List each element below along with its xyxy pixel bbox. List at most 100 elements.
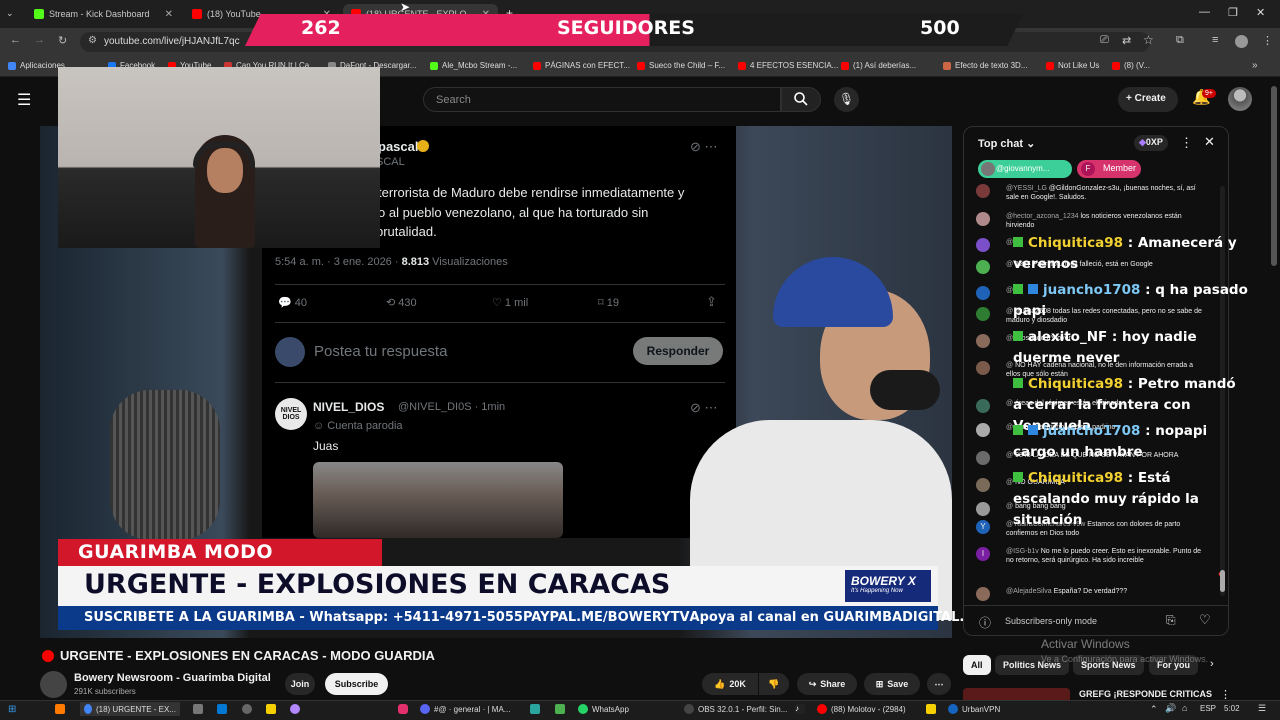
page-scrollbar[interactable] bbox=[1271, 86, 1277, 266]
chat-scrollbar-thumb[interactable] bbox=[1220, 570, 1225, 592]
taskbar-label: UrbanVPN bbox=[962, 704, 1001, 714]
points-badge[interactable]: ◆0XP bbox=[1134, 135, 1168, 151]
taskbar-discord[interactable]: #@ · general · | MA... bbox=[420, 704, 510, 714]
bookmark-item[interactable]: (8) (V... bbox=[1112, 61, 1150, 70]
bookmark-star-icon[interactable]: ☆ bbox=[1143, 33, 1154, 47]
bookmark-item[interactable]: Aplicaciones bbox=[8, 61, 65, 70]
reload-icon[interactable]: ↻ bbox=[58, 34, 67, 47]
save-button[interactable]: ⊞ Save bbox=[864, 673, 920, 695]
taskbar-whatsapp[interactable]: WhatsApp bbox=[578, 704, 629, 714]
subscribe-button[interactable]: Subscribe bbox=[325, 673, 388, 695]
bookmark-label: (1) Así deberías... bbox=[853, 61, 917, 70]
files-icon[interactable] bbox=[193, 704, 203, 714]
app-icon[interactable] bbox=[555, 704, 565, 714]
bookmark-label: 4 EFECTOS ESENCIA... bbox=[750, 61, 839, 70]
instagram-icon[interactable] bbox=[398, 704, 408, 714]
kick-icon bbox=[34, 9, 44, 19]
obs-icon[interactable] bbox=[242, 704, 252, 714]
member-avatar-f: F bbox=[1081, 162, 1095, 176]
chat-mode-label: Top chat bbox=[978, 138, 1024, 150]
chat-mode-dropdown[interactable]: Top chat ⌄ bbox=[978, 137, 1035, 150]
bookmark-item[interactable]: Sueco the Child – F... bbox=[637, 61, 725, 70]
vpn-icon bbox=[948, 704, 958, 714]
heart-icon[interactable]: ♡ bbox=[1199, 612, 1211, 628]
bookmark-item[interactable]: Not Like Us bbox=[1046, 61, 1099, 70]
bookmark-item[interactable]: Ale_Mcbo Stream -... bbox=[430, 61, 517, 70]
minimize-button[interactable]: — bbox=[1199, 6, 1210, 18]
tweet-likes: ♡ 1 mil bbox=[492, 296, 528, 309]
join-button[interactable]: Join bbox=[285, 673, 315, 695]
chat-author: @ISG-b1v bbox=[1006, 548, 1039, 555]
mail-icon[interactable] bbox=[217, 704, 227, 714]
tab-label: (18) YouTube bbox=[207, 9, 261, 19]
search-input[interactable]: Search bbox=[423, 87, 781, 112]
chevron-right-icon[interactable]: › bbox=[1210, 658, 1214, 670]
channel-avatar[interactable] bbox=[40, 671, 67, 698]
browser-menu-icon[interactable]: ⋮ bbox=[1262, 34, 1273, 47]
tab-kick-dashboard[interactable]: Stream - Kick Dashboard ✕ bbox=[26, 4, 181, 24]
voice-search-button[interactable]: 🎙 bbox=[834, 87, 859, 112]
bookmark-item[interactable]: PÁGINAS con EFECT... bbox=[533, 61, 630, 70]
notification-icon[interactable]: ☰ bbox=[1258, 703, 1266, 714]
media-icon[interactable]: ≡ bbox=[1212, 34, 1218, 46]
tweet-views-label: Visualizaciones bbox=[429, 256, 508, 268]
chip-all[interactable]: All bbox=[963, 655, 991, 675]
clock[interactable]: 5:02 bbox=[1224, 704, 1240, 713]
chat-avatar bbox=[976, 184, 990, 198]
cast-icon[interactable]: ⎚ bbox=[1100, 34, 1109, 47]
mod-badge-icon bbox=[1013, 425, 1023, 435]
windows-start-icon[interactable]: ⊞ bbox=[8, 704, 16, 715]
more-bookmarks-icon[interactable]: » bbox=[1252, 60, 1258, 71]
forward-arrow-icon[interactable]: → bbox=[34, 34, 45, 46]
back-arrow-icon[interactable]: ← bbox=[10, 34, 21, 46]
taskbar-youtube-music[interactable]: (88) Molotov - (2984) bbox=[817, 704, 906, 714]
dislike-button[interactable]: 👎 bbox=[759, 673, 789, 695]
create-button[interactable]: + Create bbox=[1118, 87, 1178, 112]
bookmark-icon: ⌑ bbox=[598, 297, 607, 309]
tiktok-icon[interactable]: ♪ bbox=[795, 704, 805, 714]
taskbar-obs[interactable]: OBS 32.0.1 - Perfil: Sin... bbox=[684, 704, 787, 714]
app-icon[interactable] bbox=[530, 704, 540, 714]
bookmark-label: Ale_Mcbo Stream -... bbox=[442, 61, 518, 70]
mod-badge-icon bbox=[1013, 378, 1023, 388]
like-button[interactable]: 👍 20K bbox=[702, 673, 758, 695]
translate-icon[interactable]: ⇄ bbox=[1122, 34, 1131, 47]
network-icon[interactable]: ⌂ bbox=[1182, 703, 1187, 713]
taskbar-urbanvpn[interactable]: UrbanVPN bbox=[948, 704, 1000, 714]
volume-icon[interactable]: 🔊 bbox=[1165, 703, 1176, 714]
share-button[interactable]: ↪ Share bbox=[797, 673, 857, 695]
followers-goal: 500 bbox=[920, 17, 960, 39]
more-actions-button[interactable]: ⋯ bbox=[927, 673, 951, 695]
close-chat-icon[interactable]: ✕ bbox=[1204, 134, 1215, 150]
maximize-button[interactable]: ❐ bbox=[1228, 6, 1238, 19]
extensions-icon[interactable]: ⧉ bbox=[1176, 34, 1184, 47]
recommended-title[interactable]: GREFG ¡RESPONDE CRITICAS bbox=[1079, 689, 1212, 699]
hamburger-menu-icon[interactable]: ☰ bbox=[17, 90, 31, 110]
close-window-button[interactable]: ✕ bbox=[1256, 6, 1265, 19]
taskbar-chrome[interactable]: (18) URGENTE - EX... bbox=[80, 702, 180, 716]
mask-icon: ☺ bbox=[313, 420, 328, 432]
tray-chevron-icon[interactable]: ⌃ bbox=[1150, 704, 1158, 715]
profile-avatar[interactable] bbox=[1235, 35, 1248, 48]
folder-icon[interactable] bbox=[926, 704, 936, 714]
language-indicator[interactable]: ESP bbox=[1200, 704, 1216, 713]
superchat-icon[interactable]: ⎘ bbox=[1166, 613, 1176, 628]
folder-icon[interactable] bbox=[266, 704, 276, 714]
app-icon[interactable] bbox=[290, 704, 300, 714]
bookmark-item[interactable]: (1) Así deberías... bbox=[841, 61, 916, 70]
account-avatar[interactable] bbox=[1228, 87, 1252, 111]
chat-menu-icon[interactable]: ⋮ bbox=[1180, 135, 1193, 151]
bookmark-item[interactable]: 4 EFECTOS ESENCIA... bbox=[738, 61, 838, 70]
site-info-icon[interactable]: ⚙ bbox=[88, 35, 97, 46]
search-button[interactable] bbox=[781, 87, 821, 112]
app-icon[interactable] bbox=[55, 704, 65, 714]
points-icon: ◆ bbox=[1139, 137, 1146, 147]
tab-search-icon[interactable]: ⌄ bbox=[6, 8, 14, 19]
close-icon[interactable]: ✕ bbox=[165, 9, 173, 20]
divider bbox=[275, 382, 725, 383]
bookmark-item[interactable]: Efecto de texto 3D... bbox=[943, 61, 1027, 70]
tweet-user-name: pascal bbox=[378, 139, 419, 154]
overlay-chat-author: juancho1708 bbox=[1043, 423, 1141, 439]
channel-name[interactable]: Bowery Newsroom - Guarimba Digital bbox=[74, 672, 271, 684]
recommended-thumbnail[interactable] bbox=[963, 688, 1070, 700]
